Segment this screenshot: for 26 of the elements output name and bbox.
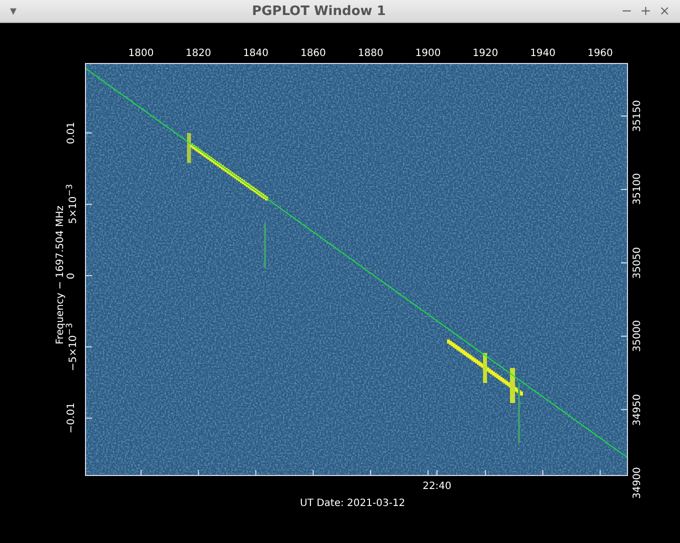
axis-tick-label: 1800	[128, 49, 154, 59]
axis-tick-label: 1860	[300, 49, 326, 59]
x-axis-label: UT Date: 2021-03-12	[300, 499, 406, 509]
y-axis-label: Frequency − 1697.504 MHz	[56, 206, 66, 344]
axis-tick-label: 1840	[243, 49, 269, 59]
axis-tick-label: 0	[67, 272, 77, 279]
axis-tick-label: 1820	[186, 49, 212, 59]
axis-tick-label: 22:40	[422, 482, 452, 492]
axis-tick-label: 35100	[633, 173, 643, 206]
axis-tick-label: 0.01	[67, 122, 77, 144]
axis-tick-label: 34900	[633, 467, 643, 499]
axis-tick-label: 1880	[358, 49, 384, 59]
window-menu-button[interactable]: ▾	[6, 4, 21, 18]
axis-tick-label: −0.01	[67, 402, 77, 434]
axis-tick-label: 35000	[633, 320, 643, 352]
window-control-button[interactable]: +	[636, 4, 656, 18]
axis-tick-label: 1940	[530, 49, 556, 59]
axis-tick-label: 1900	[415, 49, 441, 59]
window-control-button[interactable]: ×	[655, 4, 674, 18]
axis-tick-label: 35050	[633, 246, 643, 279]
axis-tick-label: 35150	[633, 100, 643, 132]
axis-tick-label: 1960	[587, 49, 613, 59]
window-title: PGPLOT Window 1	[250, 4, 387, 18]
window-control-button[interactable]: −	[617, 4, 636, 18]
axis-tick-label: 1920	[472, 49, 498, 59]
axis-tick-label: 34950	[633, 394, 643, 426]
